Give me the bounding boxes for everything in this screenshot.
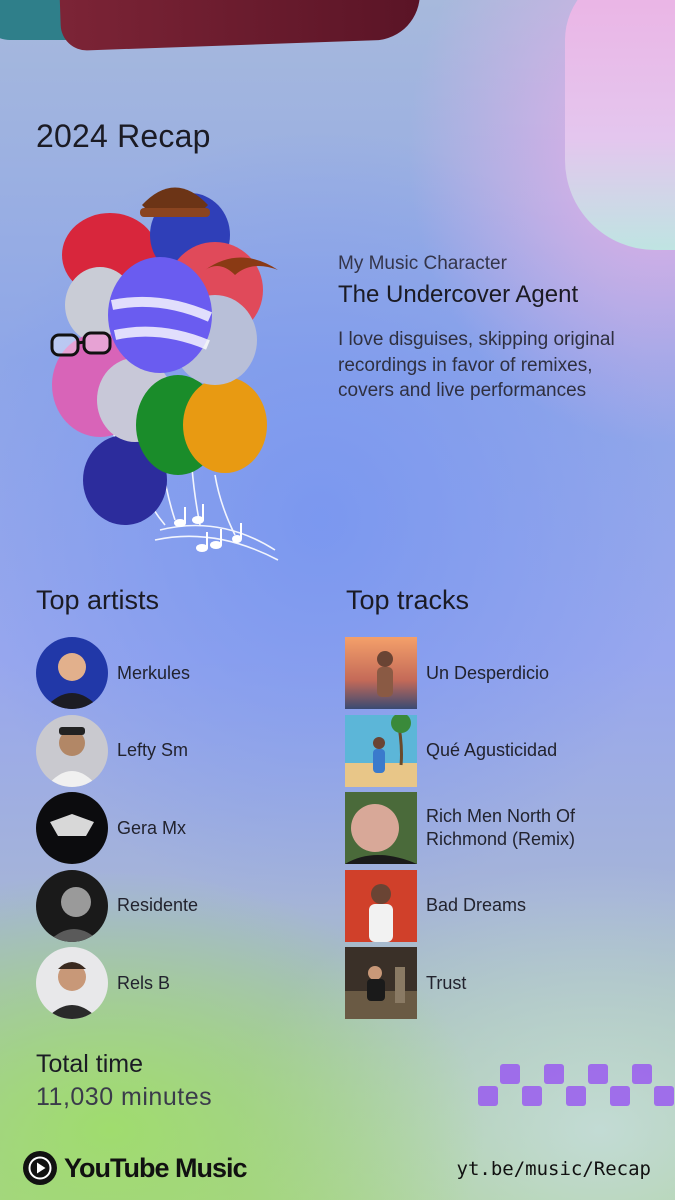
character-label: My Music Character xyxy=(338,253,507,274)
character-description: I love disguises, skipping original reco… xyxy=(338,329,615,401)
track-title: Un Desperdicio xyxy=(426,662,550,683)
artist-avatar xyxy=(36,792,108,864)
artist-row: Gera Mx xyxy=(36,792,326,870)
top-artists-list: Merkules Lefty Sm Gera Mx Residente Rels… xyxy=(36,637,326,1025)
track-title: Bad Dreams xyxy=(426,895,527,915)
artist-avatar xyxy=(36,947,108,1019)
character-name: The Undercover Agent xyxy=(338,281,579,308)
track-row: Bad Dreams xyxy=(345,869,645,948)
track-cover xyxy=(345,869,417,942)
decorative-burgundy-shape xyxy=(58,0,422,52)
artist-row: Residente xyxy=(36,869,326,948)
top-tracks-list: Un Desperdicio Qué Agusticidad Rich Men … xyxy=(345,637,645,1025)
track-row: Qué Agusticidad xyxy=(345,714,645,793)
artist-name: Lefty Sm xyxy=(117,740,189,760)
brand-name: YouTube Music xyxy=(64,1152,247,1183)
youtube-music-logo-icon xyxy=(23,1151,57,1185)
track-cover xyxy=(345,947,417,1019)
artist-name: Gera Mx xyxy=(117,817,187,838)
track-row: Trust xyxy=(345,947,645,1025)
recap-url: yt.be/music/Recap xyxy=(456,1158,651,1180)
artist-avatar xyxy=(36,869,108,942)
artist-name: Residente xyxy=(117,895,199,915)
music-character-balloons-image xyxy=(50,187,279,561)
artist-name: Rels B xyxy=(117,972,171,993)
track-row: Rich Men North Of Richmond (Remix) xyxy=(345,792,645,870)
decorative-pink-shape xyxy=(565,0,675,250)
youtube-music-brand: YouTube Music xyxy=(22,1150,247,1186)
artist-row: Rels B xyxy=(36,947,326,1025)
artist-row: Lefty Sm xyxy=(36,714,326,793)
page-title: 2024 Recap xyxy=(36,118,211,154)
artist-avatar xyxy=(36,714,108,787)
top-artists-heading: Top artists xyxy=(36,585,160,615)
decorative-checker-pattern xyxy=(478,1064,674,1106)
artist-name: Merkules xyxy=(117,662,191,683)
artist-row: Merkules xyxy=(36,637,326,715)
track-cover xyxy=(345,792,417,864)
track-title: Rich Men North Of Richmond (Remix) xyxy=(426,806,576,849)
track-title: Qué Agusticidad xyxy=(426,740,558,760)
recap-card: 2024 Recap My Music Character The Underc… xyxy=(0,0,675,1200)
track-row: Un Desperdicio xyxy=(345,637,645,715)
track-cover xyxy=(345,637,417,709)
artist-avatar xyxy=(36,637,108,709)
track-cover xyxy=(345,714,417,787)
total-time-label: Total time xyxy=(36,1050,143,1078)
top-tracks-heading: Top tracks xyxy=(346,585,470,615)
track-title: Trust xyxy=(426,972,467,993)
total-time-value: 11,030 minutes xyxy=(36,1083,213,1111)
